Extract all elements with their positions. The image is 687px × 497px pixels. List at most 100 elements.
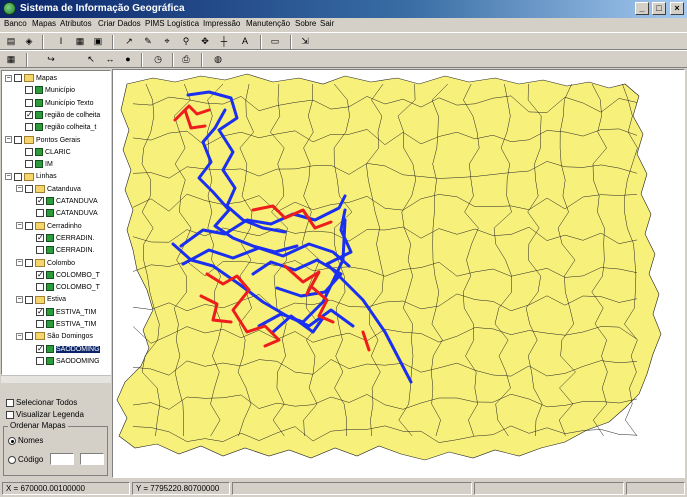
tree-layer[interactable]: CERRADIN. (27, 245, 95, 256)
menu-criar-dados[interactable]: Criar Dados (98, 19, 141, 28)
layer-visibility-checkbox[interactable] (36, 357, 44, 366)
globe-icon[interactable]: ◍ (211, 53, 225, 66)
menu-manutencao[interactable]: Manutenção (246, 19, 290, 28)
crosshair-icon[interactable]: ┼ (217, 35, 231, 48)
close-button[interactable]: × (670, 2, 684, 15)
tree-layer[interactable]: CERRADIN. (27, 232, 95, 244)
layer-visibility-checkbox[interactable] (36, 343, 44, 354)
layer-visibility-checkbox[interactable] (14, 135, 22, 144)
layer-visibility-checkbox[interactable] (25, 332, 33, 341)
menu-sobre[interactable]: Sobre (295, 19, 316, 28)
menu-pims[interactable]: PIMS (145, 19, 165, 28)
locate-icon[interactable]: ● (121, 53, 135, 66)
grid-icon[interactable]: ▦ (4, 53, 18, 66)
show-legend-checkbox[interactable] (6, 410, 14, 419)
expand-collapse-toggle[interactable]: − (16, 296, 23, 304)
clock-icon[interactable]: ◷ (151, 53, 165, 66)
tree-group[interactable]: − Mapas (5, 73, 57, 84)
expand-collapse-toggle[interactable]: − (5, 74, 12, 82)
layer-visibility-checkbox[interactable] (25, 160, 33, 169)
expand-collapse-toggle[interactable]: − (16, 185, 23, 193)
tree-layer[interactable]: Município Texto (16, 98, 94, 109)
tree-layer[interactable]: SAODOMING (27, 343, 100, 355)
expand-collapse-toggle[interactable]: − (16, 222, 23, 230)
layer-visibility-checkbox[interactable] (25, 86, 33, 95)
route-icon[interactable]: ↪ (44, 53, 58, 66)
layer-visibility-checkbox[interactable] (36, 209, 44, 218)
tree-group[interactable]: − São Domingos (16, 331, 93, 342)
map-canvas[interactable] (113, 70, 684, 477)
menu-impressao[interactable]: Impressão (203, 19, 240, 28)
open-icon[interactable]: ◈ (22, 35, 36, 48)
maximize-button[interactable]: □ (652, 2, 666, 15)
menu-sair[interactable]: Sair (320, 19, 334, 28)
tree-layer[interactable]: ESTIVA_TIM (27, 319, 96, 330)
select-all-checkbox[interactable] (6, 398, 14, 407)
layer-visibility-checkbox[interactable] (36, 195, 44, 206)
layer-visibility-checkbox[interactable] (14, 74, 22, 83)
table-icon[interactable]: ▦ (73, 35, 87, 48)
measure-icon[interactable]: ↔ (103, 53, 117, 66)
layer-tree[interactable]: − Mapas Município Município Texto região de … (1, 70, 111, 375)
database-icon[interactable]: ▤ (4, 35, 18, 48)
layer-visibility-checkbox[interactable] (36, 320, 44, 329)
layer-visibility-checkbox[interactable] (25, 221, 33, 230)
tree-group[interactable]: − Cerradinho (16, 221, 82, 232)
tree-horizontal-scrollbar[interactable] (1, 375, 111, 383)
export-icon[interactable]: ⇲ (298, 35, 312, 48)
layer-visibility-checkbox[interactable] (25, 258, 33, 267)
tree-group[interactable]: − Estiva (16, 294, 66, 305)
expand-collapse-toggle[interactable]: − (16, 259, 23, 267)
layer-visibility-checkbox[interactable] (25, 98, 33, 107)
select-all-option[interactable]: Selecionar Todos (6, 398, 77, 407)
layer-visibility-checkbox[interactable] (36, 306, 44, 317)
layer-visibility-checkbox[interactable] (36, 283, 44, 292)
layer-visibility-checkbox[interactable] (25, 184, 33, 193)
tree-layer[interactable]: COLOMBO_T (27, 269, 100, 281)
expand-collapse-toggle[interactable]: − (5, 136, 12, 144)
code-input-from[interactable] (50, 453, 74, 465)
layer-visibility-checkbox[interactable] (36, 269, 44, 280)
info-icon[interactable]: I (54, 35, 68, 48)
layer-visibility-checkbox[interactable] (36, 232, 44, 243)
expand-collapse-toggle[interactable]: − (16, 332, 23, 340)
tree-group[interactable]: − Catanduva (16, 184, 81, 195)
minimize-button[interactable]: _ (635, 2, 649, 15)
tree-group[interactable]: − Linhas (5, 171, 57, 182)
layer-visibility-checkbox[interactable] (36, 246, 44, 255)
expand-collapse-toggle[interactable]: − (5, 173, 12, 181)
save-icon[interactable]: ▣ (91, 35, 105, 48)
edit-icon[interactable]: ✎ (141, 35, 155, 48)
layer-visibility-checkbox[interactable] (25, 123, 33, 132)
tree-layer[interactable]: CATANDUVA (27, 208, 98, 219)
layer-visibility-checkbox[interactable] (14, 172, 22, 181)
menu-atributos[interactable]: Atributos (60, 19, 92, 28)
menu-logistica[interactable]: Logística (167, 19, 199, 28)
scale-icon[interactable]: ▭ (268, 35, 282, 48)
tree-layer[interactable]: CATANDUVA (27, 195, 98, 207)
select-icon[interactable]: ⌖ (160, 35, 174, 48)
show-legend-option[interactable]: Visualizar Legenda (6, 410, 84, 419)
menu-mapas[interactable]: Mapas (32, 19, 56, 28)
tree-layer[interactable]: região colheita_t (16, 122, 96, 133)
order-by-code-option[interactable]: Código (8, 455, 43, 464)
pointer-icon[interactable]: ↖ (84, 53, 98, 66)
move-icon[interactable]: ✥ (198, 35, 212, 48)
label-icon[interactable]: A (238, 35, 252, 48)
tree-group[interactable]: − Colombo (16, 258, 75, 269)
layer-visibility-checkbox[interactable] (25, 147, 33, 156)
tree-layer[interactable]: IM (16, 159, 53, 170)
menu-banco[interactable]: Banco (4, 19, 27, 28)
code-input-to[interactable] (80, 453, 104, 465)
identify-icon[interactable]: ⚲ (179, 35, 193, 48)
tree-layer[interactable]: COLOMBO_T (27, 282, 100, 293)
layer-visibility-checkbox[interactable] (25, 295, 33, 304)
tree-layer[interactable]: ESTIVA_TIM (27, 306, 96, 318)
tree-layer[interactable]: Município (16, 85, 75, 96)
map-view[interactable] (112, 69, 685, 478)
tree-group[interactable]: − Pontos Gerais (5, 135, 80, 146)
tree-layer[interactable]: SAODOMING (27, 356, 100, 367)
order-by-name-option[interactable]: Nomes (8, 436, 43, 445)
layer-visibility-checkbox[interactable] (25, 109, 33, 120)
order-by-name-radio[interactable] (8, 436, 16, 445)
